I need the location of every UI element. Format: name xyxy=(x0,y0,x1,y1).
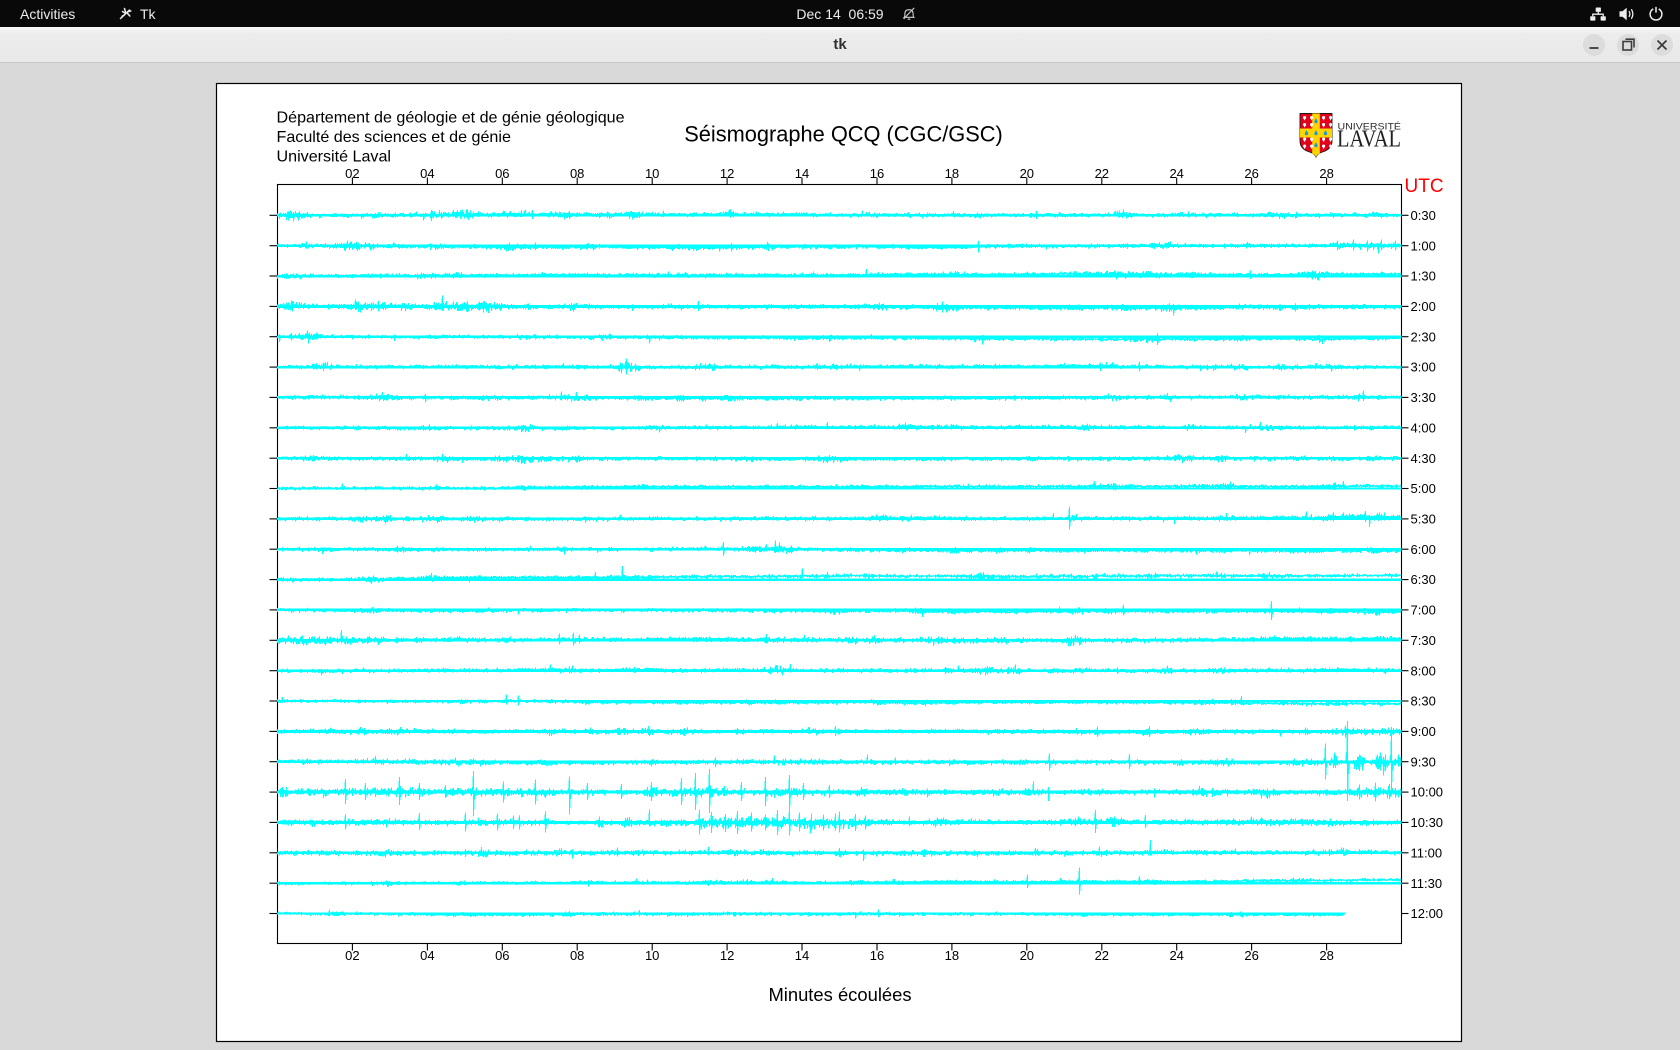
svg-text:16: 16 xyxy=(870,948,884,963)
svg-text:7:00: 7:00 xyxy=(1411,603,1436,618)
svg-text:28: 28 xyxy=(1319,166,1333,181)
svg-text:6:00: 6:00 xyxy=(1411,542,1436,557)
svg-text:10: 10 xyxy=(645,166,659,181)
svg-text:26: 26 xyxy=(1244,166,1258,181)
svg-text:12: 12 xyxy=(720,948,734,963)
svg-text:UTC: UTC xyxy=(1405,176,1444,197)
svg-text:08: 08 xyxy=(570,948,584,963)
svg-text:2:00: 2:00 xyxy=(1411,299,1436,314)
svg-text:3:30: 3:30 xyxy=(1411,390,1436,405)
svg-text:11:00: 11:00 xyxy=(1411,845,1443,860)
svg-text:20: 20 xyxy=(1020,948,1034,963)
svg-text:1:00: 1:00 xyxy=(1411,238,1436,253)
svg-text:10:30: 10:30 xyxy=(1411,815,1444,830)
svg-text:14: 14 xyxy=(795,948,809,963)
svg-text:22: 22 xyxy=(1095,948,1109,963)
svg-text:8:30: 8:30 xyxy=(1411,694,1436,709)
svg-text:LAVAL: LAVAL xyxy=(1337,127,1401,153)
svg-text:28: 28 xyxy=(1319,948,1333,963)
svg-text:4:00: 4:00 xyxy=(1411,420,1436,435)
svg-text:20: 20 xyxy=(1020,166,1034,181)
svg-text:10: 10 xyxy=(645,948,659,963)
svg-text:11:30: 11:30 xyxy=(1411,876,1443,891)
svg-text:5:00: 5:00 xyxy=(1411,481,1436,496)
svg-text:7:30: 7:30 xyxy=(1411,633,1436,648)
svg-text:06: 06 xyxy=(495,948,509,963)
svg-text:18: 18 xyxy=(945,166,959,181)
svg-text:14: 14 xyxy=(795,166,809,181)
svg-text:24: 24 xyxy=(1169,948,1183,963)
svg-text:Séismographe QCQ (CGC/GSC): Séismographe QCQ (CGC/GSC) xyxy=(684,122,1003,147)
svg-text:6:30: 6:30 xyxy=(1411,572,1436,587)
svg-text:18: 18 xyxy=(945,948,959,963)
svg-text:26: 26 xyxy=(1244,948,1258,963)
svg-text:24: 24 xyxy=(1169,166,1183,181)
svg-text:Département de géologie et de: Département de géologie et de génie géol… xyxy=(277,108,625,126)
svg-text:06: 06 xyxy=(495,166,509,181)
svg-text:3:00: 3:00 xyxy=(1411,360,1436,375)
svg-text:Minutes écoulées: Minutes écoulées xyxy=(768,984,911,1005)
svg-text:16: 16 xyxy=(870,166,884,181)
svg-text:8:00: 8:00 xyxy=(1411,663,1436,678)
svg-text:9:30: 9:30 xyxy=(1411,754,1436,769)
svg-text:12:00: 12:00 xyxy=(1411,906,1444,921)
svg-text:Faculté des sciences et de gén: Faculté des sciences et de génie xyxy=(277,128,511,146)
svg-text:1:30: 1:30 xyxy=(1411,269,1436,284)
svg-text:2:30: 2:30 xyxy=(1411,329,1436,344)
svg-text:Université Laval: Université Laval xyxy=(277,147,392,165)
svg-text:02: 02 xyxy=(345,166,359,181)
svg-text:12: 12 xyxy=(720,166,734,181)
svg-text:08: 08 xyxy=(570,166,584,181)
svg-text:10:00: 10:00 xyxy=(1411,785,1444,800)
svg-text:9:00: 9:00 xyxy=(1411,724,1436,739)
svg-text:02: 02 xyxy=(345,948,359,963)
svg-text:04: 04 xyxy=(420,948,434,963)
svg-text:4:30: 4:30 xyxy=(1411,451,1436,466)
svg-text:0:30: 0:30 xyxy=(1411,208,1436,223)
svg-text:04: 04 xyxy=(420,166,434,181)
svg-text:5:30: 5:30 xyxy=(1411,512,1436,527)
svg-text:22: 22 xyxy=(1095,166,1109,181)
